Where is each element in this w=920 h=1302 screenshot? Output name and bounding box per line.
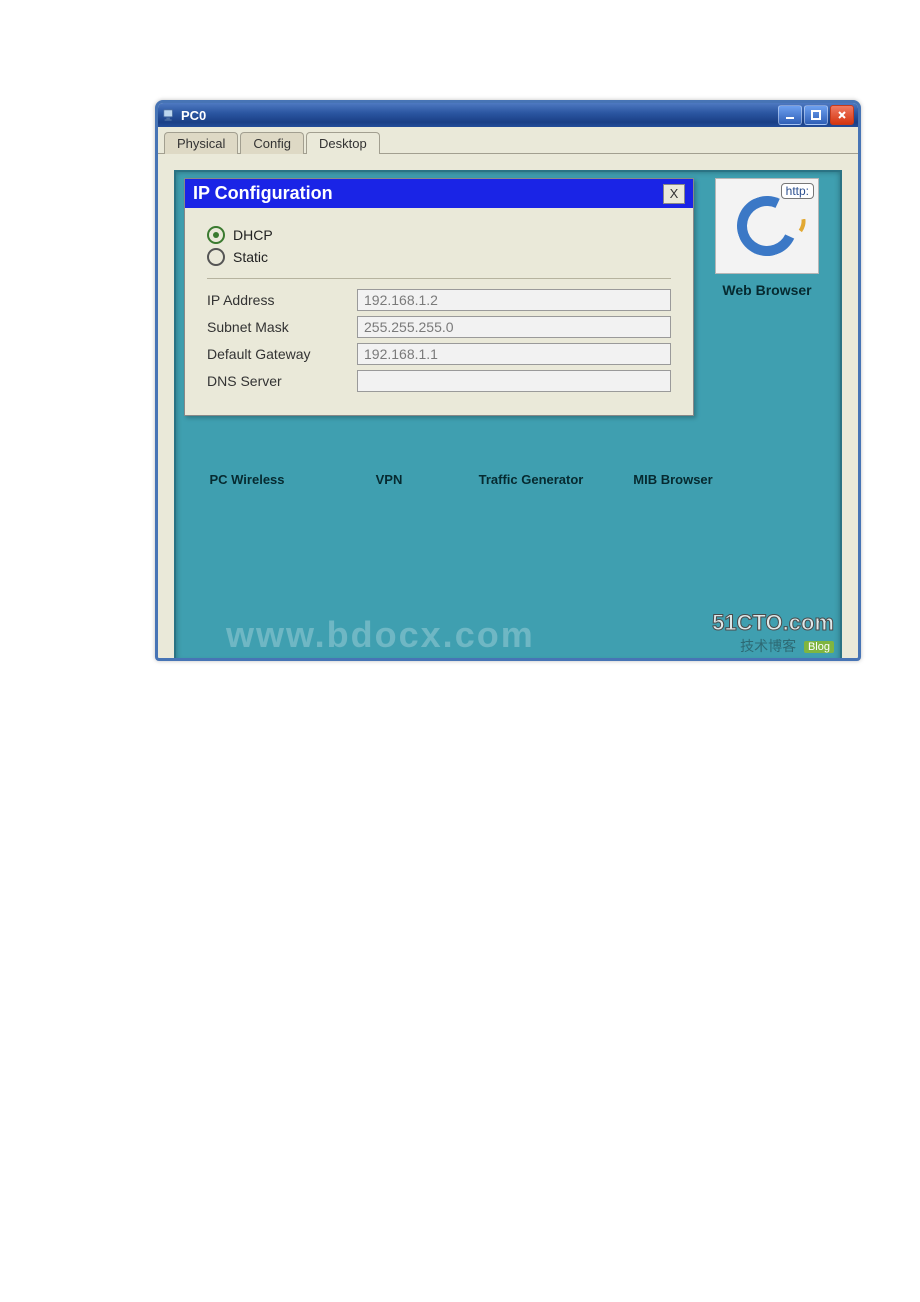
- watermark-51cto: 51CTO.com: [712, 610, 834, 636]
- close-button[interactable]: [830, 105, 854, 125]
- ip-config-titlebar[interactable]: IP Configuration X: [185, 179, 693, 208]
- radio-unselected-icon: [207, 248, 225, 266]
- radio-selected-icon: [207, 226, 225, 244]
- pc-icon: [162, 108, 176, 122]
- static-option[interactable]: Static: [207, 248, 671, 266]
- subnet-mask-label: Subnet Mask: [207, 319, 357, 335]
- titlebar[interactable]: PC0: [158, 103, 858, 127]
- close-icon: X: [670, 186, 679, 201]
- blog-badge: Blog: [804, 641, 834, 653]
- pc0-window: PC0 Physical Config Desktop IP Configura…: [155, 100, 861, 661]
- vpn-label: VPN: [376, 472, 403, 487]
- web-browser-label: Web Browser: [708, 282, 826, 298]
- desktop-app-row: PC Wireless VPN Traffic Generator MIB Br…: [192, 472, 840, 487]
- watermark-center: www.bdocx.com: [226, 614, 535, 656]
- subnet-mask-row: Subnet Mask: [207, 316, 671, 338]
- dns-server-input[interactable]: [357, 370, 671, 392]
- window-title: PC0: [181, 108, 778, 123]
- mib-browser-label: MIB Browser: [633, 472, 712, 487]
- tab-desktop[interactable]: Desktop: [306, 132, 380, 154]
- dhcp-label: DHCP: [233, 227, 273, 243]
- ip-config-dialog: IP Configuration X DHCP Static IP Addres…: [184, 178, 694, 416]
- desktop-area: IP Configuration X DHCP Static IP Addres…: [174, 170, 842, 661]
- traffic-generator-label: Traffic Generator: [479, 472, 584, 487]
- maximize-button[interactable]: [804, 105, 828, 125]
- dhcp-option[interactable]: DHCP: [207, 226, 671, 244]
- dns-server-row: DNS Server: [207, 370, 671, 392]
- ip-address-input[interactable]: [357, 289, 671, 311]
- ie-logo-icon: [737, 196, 797, 256]
- subnet-mask-input[interactable]: [357, 316, 671, 338]
- ip-config-title: IP Configuration: [193, 183, 663, 204]
- watermark-sub: 技术博客 Blog: [712, 636, 834, 656]
- default-gateway-label: Default Gateway: [207, 346, 357, 362]
- ip-address-row: IP Address: [207, 289, 671, 311]
- default-gateway-row: Default Gateway: [207, 343, 671, 365]
- web-browser-icon: http:: [715, 178, 819, 274]
- window-controls: [778, 105, 854, 125]
- tab-physical[interactable]: Physical: [164, 132, 238, 154]
- static-label: Static: [233, 249, 268, 265]
- mib-browser-app[interactable]: MIB Browser: [618, 472, 728, 487]
- tab-config[interactable]: Config: [240, 132, 304, 154]
- ip-config-close-button[interactable]: X: [663, 184, 685, 204]
- ip-config-body: DHCP Static IP Address Subnet Mask Defau…: [185, 208, 693, 415]
- watermark-right: 51CTO.com 技术博客 Blog: [712, 610, 834, 656]
- pc-wireless-app[interactable]: PC Wireless: [192, 472, 302, 487]
- tabbar: Physical Config Desktop: [158, 127, 858, 154]
- dns-server-label: DNS Server: [207, 373, 357, 389]
- separator: [207, 278, 671, 279]
- default-gateway-input[interactable]: [357, 343, 671, 365]
- ip-address-label: IP Address: [207, 292, 357, 308]
- pc-wireless-label: PC Wireless: [209, 472, 284, 487]
- web-browser-app[interactable]: http: Web Browser: [708, 178, 826, 298]
- traffic-generator-app[interactable]: Traffic Generator: [476, 472, 586, 487]
- minimize-button[interactable]: [778, 105, 802, 125]
- vpn-app[interactable]: VPN: [334, 472, 444, 487]
